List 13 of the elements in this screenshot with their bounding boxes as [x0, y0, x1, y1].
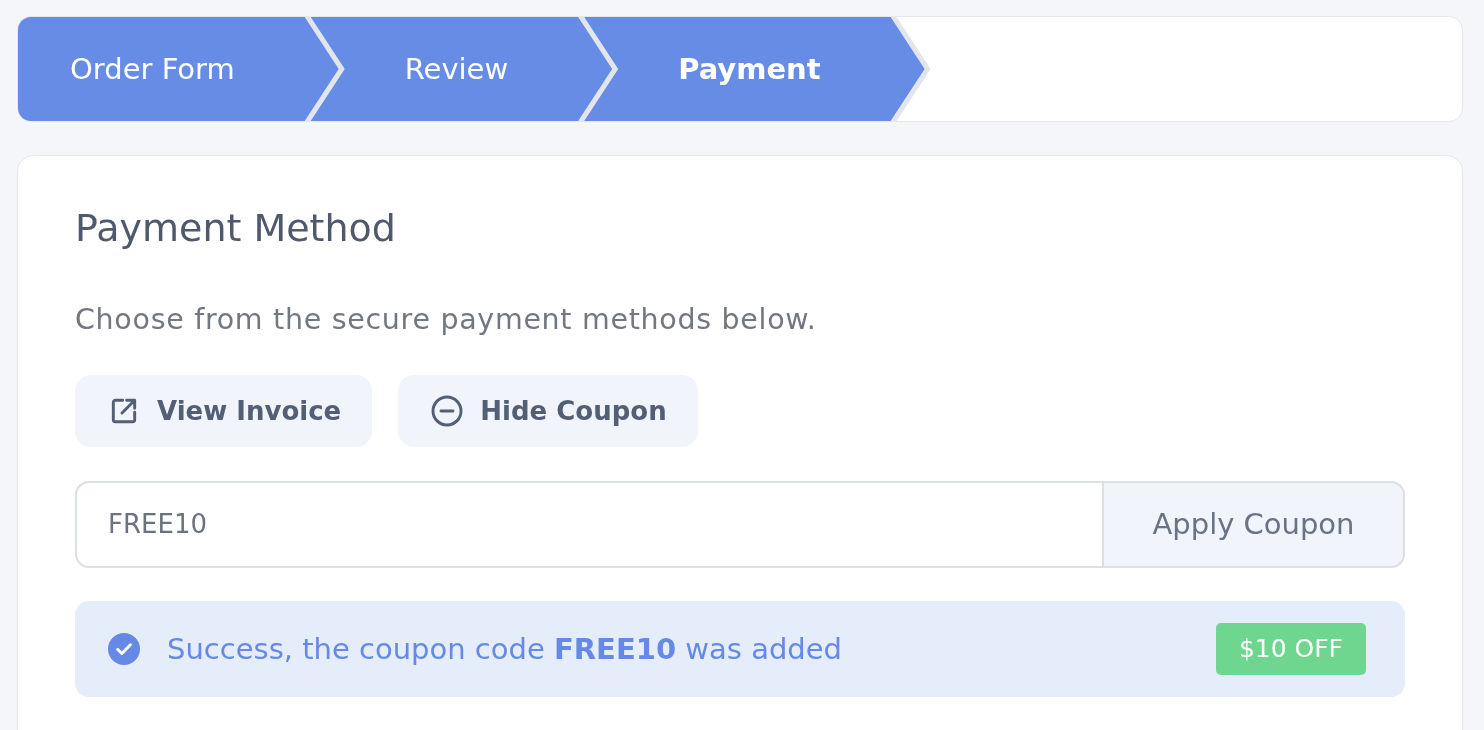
- apply-coupon-button[interactable]: Apply Coupon: [1102, 480, 1405, 568]
- coupon-input[interactable]: FREE10: [75, 480, 1102, 568]
- step-tab[interactable]: Review: [310, 17, 613, 121]
- step-tab[interactable]: Payment: [584, 17, 925, 121]
- minus-circle-icon: [431, 394, 464, 427]
- view-invoice-button[interactable]: View Invoice: [75, 374, 373, 447]
- section-description: Choose from the secure payment methods below.: [75, 301, 818, 338]
- section-title: Payment Method: [75, 206, 397, 252]
- step-tab[interactable]: Order Form: [18, 17, 339, 121]
- hide-coupon-button[interactable]: Hide Coupon: [398, 374, 698, 447]
- check-circle-icon: [108, 632, 140, 665]
- alert-message: Success, the coupon code FREE10 was added: [167, 631, 843, 666]
- discount-badge: $10 OFF: [1215, 622, 1366, 675]
